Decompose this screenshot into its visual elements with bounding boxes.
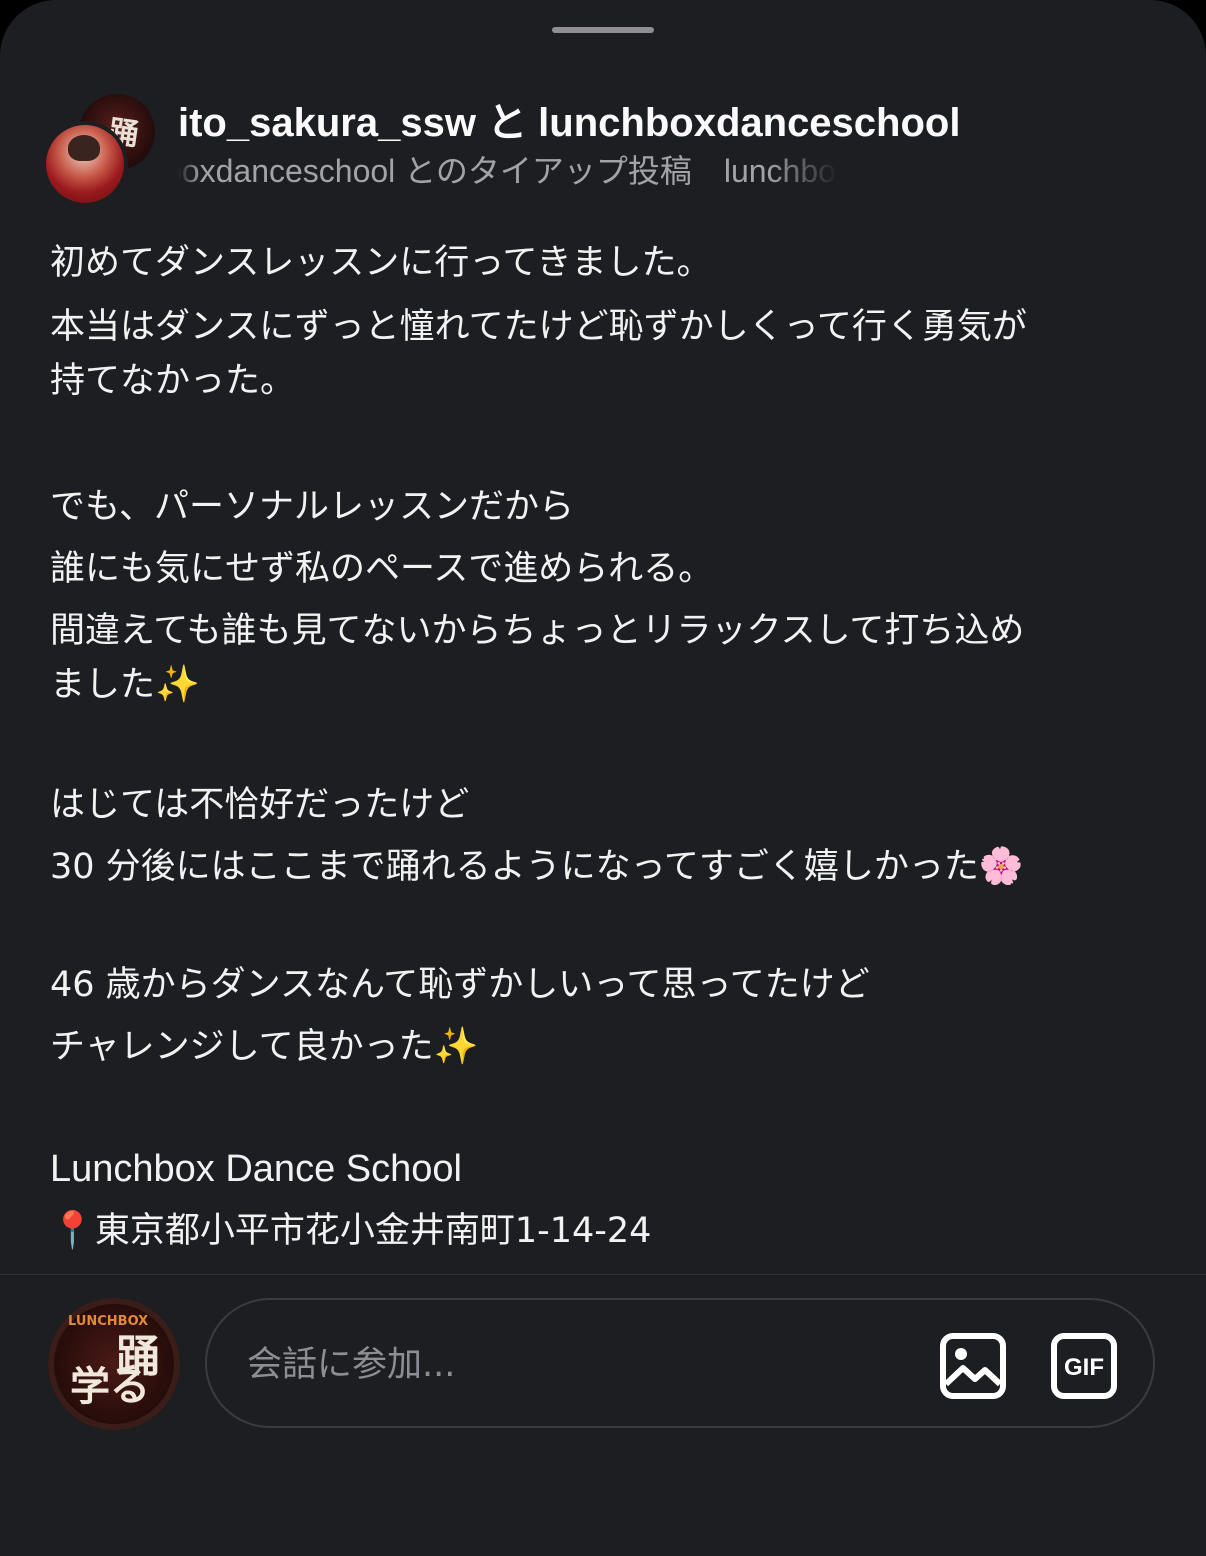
caption-text: ました xyxy=(50,665,156,705)
sheet-grabber[interactable] xyxy=(552,27,654,33)
gif-icon[interactable]: GIF xyxy=(1050,1332,1118,1400)
caption-line: 初めてダンスレッスンに行ってきました。 xyxy=(50,243,712,283)
caption-text: チャレンジして良かった xyxy=(50,1027,434,1067)
school-address: 📍東京都小平市花小金井南町1-14-24 xyxy=(50,1204,1160,1258)
school-name: Lunchbox Dance School xyxy=(50,1148,462,1190)
image-icon[interactable] xyxy=(939,1332,1007,1400)
collab-avatars[interactable]: 踊 xyxy=(46,94,156,204)
comment-composer: GIF xyxy=(205,1298,1155,1428)
collab-subtitle: boxdanceschool とのタイアップ投稿 lunchboxdancesc… xyxy=(178,146,838,192)
caption-line: 46 歳からダンスなんて恥ずかしいって思ってたけど xyxy=(50,965,870,1005)
comment-input[interactable] xyxy=(245,1334,889,1396)
caption-line: チャレンジして良かった✨ xyxy=(50,1020,1160,1074)
caption-line: 間違えても誰も見てないからちょっとリラックスして打ち込め xyxy=(50,611,1025,651)
post-sheet: 踊 ito_sakura_ssw と lunchboxdanceschool b… xyxy=(0,0,1206,1556)
post-caption: 初めてダンスレッスンに行ってきました。 本当はダンスにずっと憧れてたけど恥ずかし… xyxy=(50,236,1160,1258)
caption-line: 30 分後にはここまで踊れるようになってすごく嬉しかった🌸 xyxy=(50,840,1160,894)
post-authors[interactable]: ito_sakura_ssw と lunchboxdanceschool xyxy=(178,90,960,148)
composer-divider xyxy=(0,1274,1206,1275)
caption-line: でも、パーソナルレッスンだから xyxy=(50,487,574,527)
caption-line: 持てなかった。 xyxy=(50,361,296,401)
caption-line: 誰にも気にせず私のペースで進められる。 xyxy=(50,549,714,589)
caption-line: ました✨ xyxy=(50,658,1160,712)
address-text: 東京都小平市花小金井南町1-14-24 xyxy=(94,1211,652,1251)
caption-line: 本当はダンスにずっと憧れてたけど恥ずかしくって行く勇気が xyxy=(50,307,1027,347)
pin-icon: 📍 xyxy=(50,1210,95,1251)
sparkles-icon: ✨ xyxy=(155,664,200,705)
cherry-blossom-icon: 🌸 xyxy=(978,846,1024,887)
caption-text: 30 分後にはここまで踊れるようになってすごく嬉しかった xyxy=(50,847,979,887)
caption-line: はじては不恰好だったけど xyxy=(50,785,470,825)
collab-subtitle-text: boxdanceschool とのタイアップ投稿 lunchboxdancesc… xyxy=(178,153,838,189)
current-account-avatar[interactable]: LUNCHBOX 踊 学る xyxy=(48,1298,180,1430)
user-avatar xyxy=(46,125,124,203)
gif-label: GIF xyxy=(1064,1354,1104,1381)
sparkles-icon: ✨ xyxy=(433,1026,479,1067)
